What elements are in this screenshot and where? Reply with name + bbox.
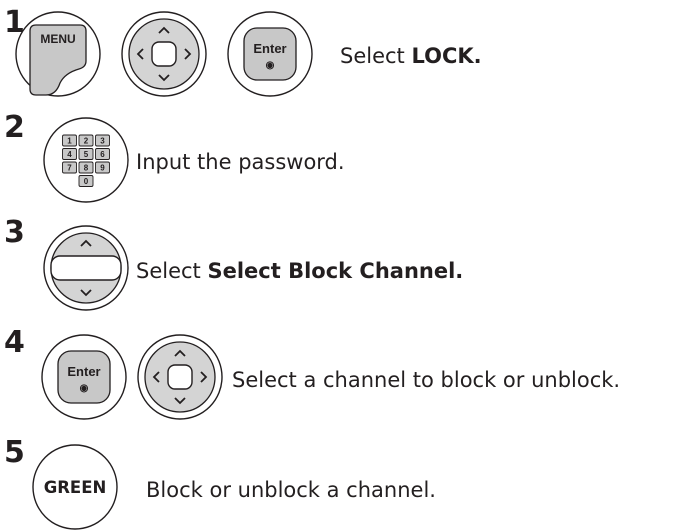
keypad-digit-2: 2 xyxy=(84,137,89,146)
keypad-digit-0: 0 xyxy=(84,177,89,186)
enter-key-dot: ◉ xyxy=(266,60,275,71)
keypad-digit-6: 6 xyxy=(100,150,105,159)
step-5-text: Block or unblock a channel. xyxy=(146,480,436,501)
green-key-label: GREEN xyxy=(44,478,107,497)
step-3-text-plain: Select xyxy=(136,259,208,283)
keypad-digit-7: 7 xyxy=(67,164,72,173)
keypad-digit-5: 5 xyxy=(84,150,89,159)
step-1-text-plain: Select xyxy=(340,44,412,68)
keypad-digit-4: 4 xyxy=(67,150,72,159)
step-3-text: Select Select Block Channel. xyxy=(136,261,463,282)
enter-button: Enter ◉ xyxy=(227,11,313,97)
navigation-pad-icon xyxy=(121,11,207,97)
navigation-pad-icon xyxy=(137,334,223,420)
step-3-text-bold: Select Block Channel. xyxy=(207,259,464,283)
step-1-text: Select LOCK. xyxy=(340,46,482,67)
menu-key-label: MENU xyxy=(40,32,75,46)
step-5-text-plain: Block or unblock a channel. xyxy=(146,478,436,502)
up-down-pad-icon xyxy=(43,225,129,311)
step-2-number: 2 xyxy=(4,110,25,145)
step-5-number: 5 xyxy=(4,435,25,470)
keypad-digit-8: 8 xyxy=(84,164,89,173)
enter-key-dot: ◉ xyxy=(80,383,89,394)
step-3-number: 3 xyxy=(4,215,25,250)
keypad-digit-3: 3 xyxy=(100,137,105,146)
menu-button: MENU xyxy=(15,11,101,97)
step-4-text-plain: Select a channel to block or unblock. xyxy=(232,368,621,392)
keypad-digit-1: 1 xyxy=(67,137,72,146)
number-keypad-icon: 1 2 3 4 5 6 7 8 9 0 xyxy=(43,117,129,203)
green-button: GREEN xyxy=(32,444,118,530)
step-2-text: Input the password. xyxy=(136,152,345,173)
enter-key-label: Enter xyxy=(67,364,100,379)
step-4-text: Select a channel to block or unblock. xyxy=(232,370,620,391)
keypad-digit-9: 9 xyxy=(100,164,105,173)
step-1-text-bold: LOCK. xyxy=(411,44,482,68)
enter-button: Enter ◉ xyxy=(41,334,127,420)
enter-key-label: Enter xyxy=(253,41,286,56)
step-4-number: 4 xyxy=(4,325,25,360)
step-2-text-plain: Input the password. xyxy=(136,150,345,174)
